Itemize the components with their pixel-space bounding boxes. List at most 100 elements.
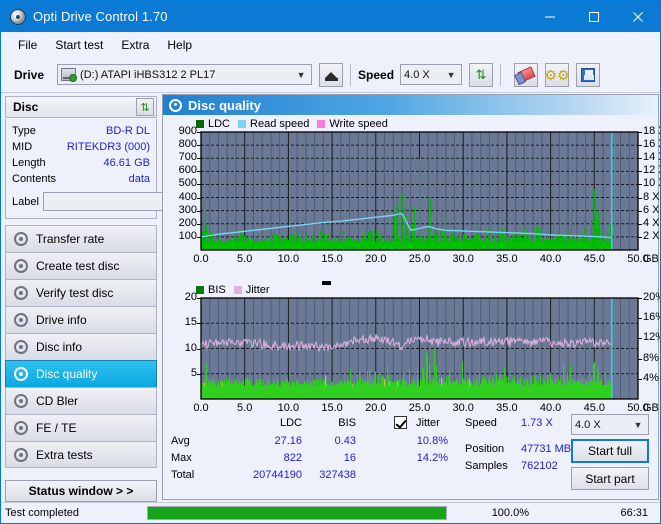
sidebar-item-disc-quality[interactable]: Disc quality bbox=[5, 360, 157, 387]
stats-avg-ldc: 27.16 bbox=[274, 435, 302, 447]
y-tick bbox=[197, 132, 201, 133]
start-part-button[interactable]: Start part bbox=[571, 467, 649, 490]
disc-row-type: Type BD-R DL bbox=[12, 123, 150, 139]
y2-tick-label: 20% bbox=[643, 291, 660, 303]
disc-key: Length bbox=[12, 157, 46, 169]
y-tick-label: 20 bbox=[184, 291, 197, 303]
y2-tick-label: 12 X bbox=[643, 164, 660, 177]
stats-row-max-label: Max bbox=[171, 452, 192, 464]
sidebar-item-extra-tests[interactable]: Extra tests bbox=[5, 441, 157, 468]
y-tick bbox=[197, 373, 201, 375]
fe-te-icon bbox=[14, 421, 28, 435]
eraser-icon bbox=[516, 66, 536, 83]
legend-label-jitter: Jitter bbox=[245, 284, 270, 296]
status-window-button[interactable]: Status window > > bbox=[5, 480, 157, 502]
tools-button[interactable]: ⚙⚙ bbox=[544, 62, 570, 87]
menu-item-help[interactable]: Help bbox=[158, 35, 201, 55]
status-bar: Test completed 100.0% 66:31 bbox=[1, 502, 660, 523]
y-tick bbox=[197, 323, 201, 325]
disc-label-key: Label bbox=[12, 195, 39, 208]
disc-row-mid: MID RITEKDR3 (000) bbox=[12, 139, 150, 155]
y-tick-label: 200 bbox=[178, 216, 197, 229]
x-tick-label: 40.0 bbox=[539, 253, 562, 265]
eject-button[interactable] bbox=[319, 62, 344, 87]
disc-key: Contents bbox=[12, 173, 57, 185]
test-speed-select[interactable]: 4.0 X ▼ bbox=[571, 414, 649, 435]
menu-item-start-test[interactable]: Start test bbox=[46, 35, 112, 55]
save-button[interactable] bbox=[576, 62, 601, 87]
y2-tick bbox=[638, 298, 642, 299]
progress-percent: 100.0% bbox=[491, 507, 529, 519]
progress-bar bbox=[147, 506, 447, 520]
menu-item-extra[interactable]: Extra bbox=[112, 35, 158, 55]
disc-quality-icon bbox=[169, 98, 182, 112]
stats-col-bis: BIS bbox=[338, 417, 356, 429]
menu-item-file[interactable]: File bbox=[9, 35, 46, 55]
y-tick bbox=[197, 223, 201, 225]
chart-top[interactable]: 100 200 300 400 500 600 700 800 900 2 X4 X6 X8 X1… bbox=[163, 115, 660, 275]
stats-total-ldc: 20744190 bbox=[253, 469, 302, 481]
maximize-icon[interactable] bbox=[572, 1, 616, 32]
sidebar-item-verify-test-disc[interactable]: Verify test disc bbox=[5, 279, 157, 306]
sidebar-item-transfer-rate[interactable]: Transfer rate bbox=[5, 225, 157, 252]
sidebar-item-create-test-disc[interactable]: Create test disc bbox=[5, 252, 157, 279]
charts-area: LDC Read speed Write speed 100 200 300 400 5… bbox=[163, 115, 660, 415]
y2-tick bbox=[638, 171, 642, 173]
refresh-button[interactable]: ⇅ bbox=[469, 62, 494, 87]
sidebar-item-disc-info[interactable]: Disc info bbox=[5, 333, 157, 360]
page-title: Disc quality bbox=[188, 97, 261, 113]
sidebar-item-fe-te[interactable]: FE / TE bbox=[5, 414, 157, 441]
stats-row-avg-label: Avg bbox=[171, 435, 190, 447]
legend-swatch-ldc bbox=[196, 120, 204, 128]
disc-refresh-button[interactable]: ⇅ bbox=[136, 98, 154, 116]
erase-button[interactable] bbox=[514, 62, 539, 87]
disc-section-title: Disc bbox=[13, 100, 39, 114]
x-axis-unit-label: GB bbox=[643, 253, 659, 265]
disc-value: 46.61 GB bbox=[103, 157, 150, 169]
sidebar-item-label: Transfer rate bbox=[36, 232, 105, 246]
drive-label: Drive bbox=[14, 67, 45, 82]
y2-tick-label: 18 X bbox=[643, 125, 660, 137]
jitter-checkbox[interactable] bbox=[394, 416, 407, 429]
legend-top-chart: LDC Read speed Write speed bbox=[196, 118, 388, 130]
app-window: Opti Drive Control 1.70 File Start test … bbox=[0, 0, 661, 524]
jitter-label: Jitter bbox=[416, 417, 440, 429]
y2-tick bbox=[638, 145, 642, 147]
y-tick bbox=[197, 184, 201, 186]
close-icon[interactable] bbox=[616, 1, 660, 32]
chevron-down-icon: ▼ bbox=[446, 69, 456, 80]
legend-swatch-write-speed bbox=[317, 120, 326, 128]
stats-avg-bis: 0.43 bbox=[334, 435, 356, 447]
x-tick-label: 20.0 bbox=[365, 253, 387, 265]
y2-tick-label: 4 X bbox=[643, 216, 660, 229]
sidebar-item-drive-info[interactable]: Drive info bbox=[5, 306, 157, 333]
refresh-icon: ⇅ bbox=[140, 101, 150, 114]
drive-select[interactable]: (D:) ATAPI iHBS312 2 PL17 ▼ bbox=[57, 64, 313, 85]
y-tick-label: 400 bbox=[178, 190, 197, 203]
stats-row-total-label: Total bbox=[171, 469, 195, 481]
y2-tick bbox=[638, 132, 642, 133]
cd-bler-icon bbox=[14, 394, 28, 408]
speed-select-value: 4.0 X bbox=[404, 68, 430, 81]
y-tick bbox=[197, 171, 201, 173]
x-tick-label: 15.0 bbox=[321, 253, 343, 265]
disc-value: RITEKDR3 (000) bbox=[66, 141, 150, 153]
y-tick-label: 600 bbox=[178, 164, 197, 177]
speed-select[interactable]: 4.0 X ▼ bbox=[400, 64, 463, 85]
start-full-button[interactable]: Start full bbox=[571, 439, 649, 463]
legend-swatch-jitter bbox=[233, 286, 242, 294]
nav-list: Transfer rate Create test disc Verify te… bbox=[5, 225, 157, 468]
chart-bottom[interactable]: 51015204%8%12%16%20%0.05.010.015.020.025… bbox=[163, 281, 660, 415]
y2-tick-label: 8 X bbox=[643, 190, 660, 203]
drive-info-icon bbox=[14, 313, 28, 327]
gears-icon: ⚙⚙ bbox=[544, 66, 570, 83]
sidebar-item-cd-bler[interactable]: CD Bler bbox=[5, 387, 157, 414]
sidebar-item-label: Disc quality bbox=[36, 367, 98, 381]
drive-icon bbox=[61, 68, 78, 82]
minimize-icon[interactable] bbox=[528, 1, 572, 32]
sidebar-item-label: Extra tests bbox=[36, 447, 93, 462]
position-label: Position bbox=[465, 443, 505, 455]
x-tick-label: 45.0 bbox=[583, 253, 605, 265]
drag-handle[interactable] bbox=[322, 281, 331, 285]
y2-tick bbox=[638, 210, 642, 212]
